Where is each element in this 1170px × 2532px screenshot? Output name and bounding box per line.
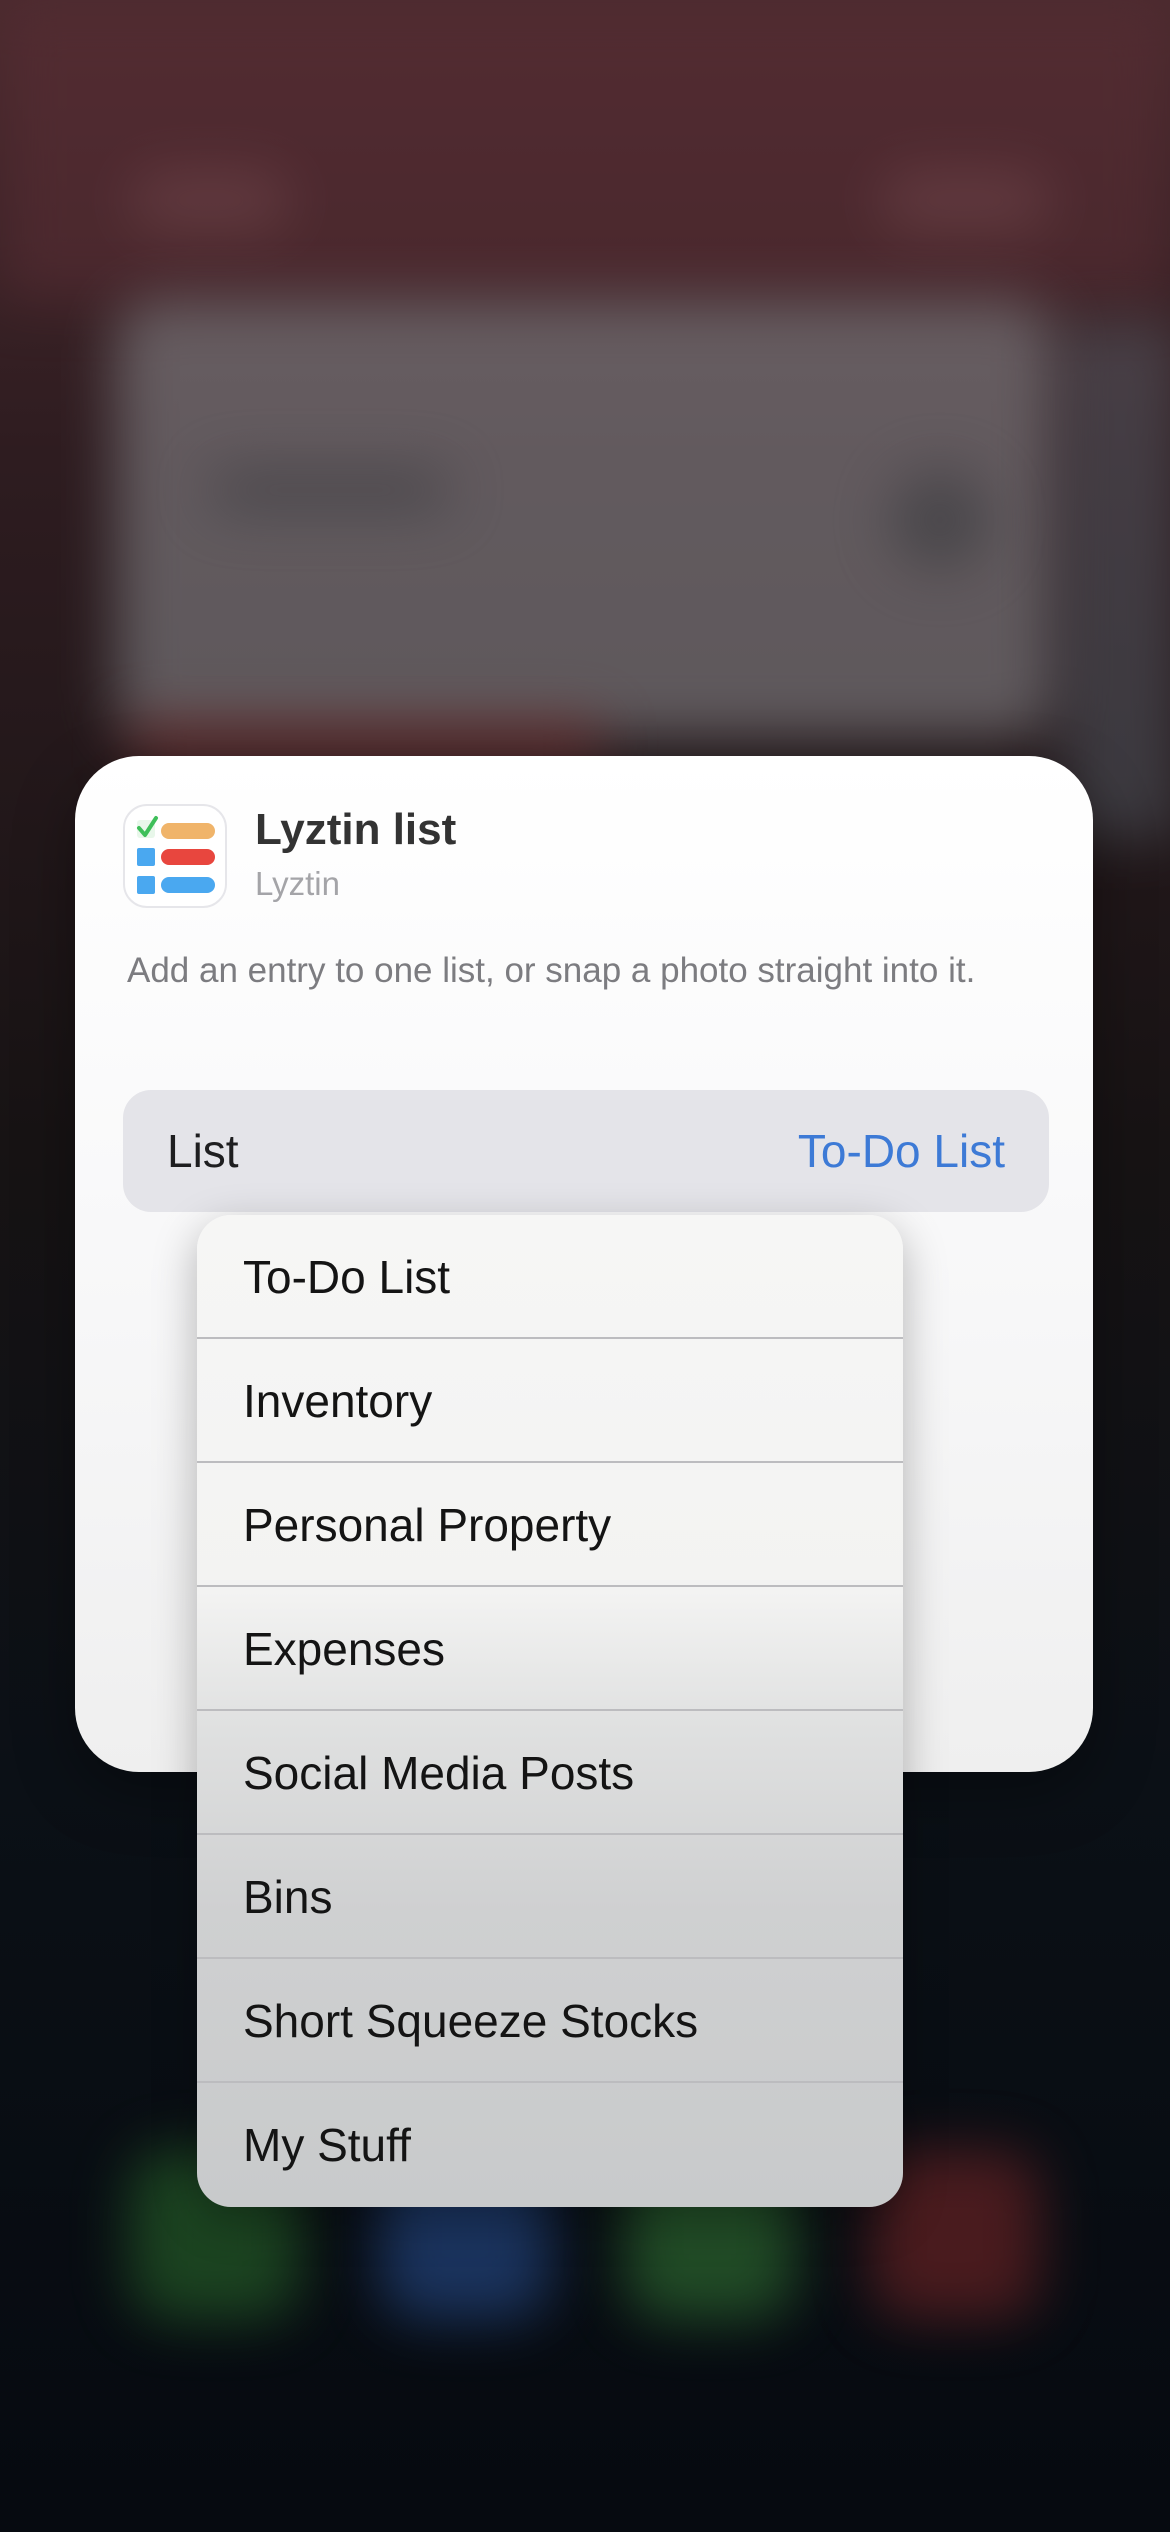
dropdown-item-personal-property[interactable]: Personal Property [197,1463,903,1587]
dropdown-item-label: Short Squeeze Stocks [243,1995,699,2047]
background-right-button-blur [880,170,1050,230]
dropdown-item-label: Social Media Posts [243,1747,635,1799]
dropdown-item-label: To-Do List [243,1251,451,1303]
dropdown-item-label: My Stuff [243,2119,411,2171]
dropdown-item-short-squeeze-stocks[interactable]: Short Squeeze Stocks [197,1959,903,2083]
list-app-icon [137,816,215,894]
dropdown-item-expenses[interactable]: Expenses [197,1587,903,1711]
background-left-button-blur [130,170,290,230]
background-edge-blur [1060,320,1170,840]
list-field-value[interactable]: To-Do List [798,1090,1005,1212]
dropdown-item-label: Expenses [243,1623,446,1675]
background-header-blur [0,0,1170,300]
dropdown-item-label: Inventory [243,1375,433,1427]
dropdown-item-label: Bins [243,1871,333,1923]
list-selector-row[interactable]: List To-Do List [123,1090,1049,1212]
shortcut-description: Add an entry to one list, or snap a phot… [127,951,976,990]
dropdown-item-social-media-posts[interactable]: Social Media Posts [197,1711,903,1835]
background-dot-blur [890,470,990,570]
app-subtitle: Lyztin [255,865,340,902]
dropdown-item-to-do-list[interactable]: To-Do List [197,1215,903,1339]
dropdown-item-bins[interactable]: Bins [197,1835,903,1959]
dropdown-item-my-stuff[interactable]: My Stuff [197,2083,903,2207]
lyztin-app-icon [123,804,227,908]
dropdown-item-label: Personal Property [243,1499,612,1551]
dropdown-item-inventory[interactable]: Inventory [197,1339,903,1463]
app-title: Lyztin list [255,805,457,854]
list-dropdown-menu: To-Do List Inventory Personal Property E… [197,1215,903,2207]
background-text-blur [210,470,450,510]
list-field-label: List [167,1125,239,1177]
